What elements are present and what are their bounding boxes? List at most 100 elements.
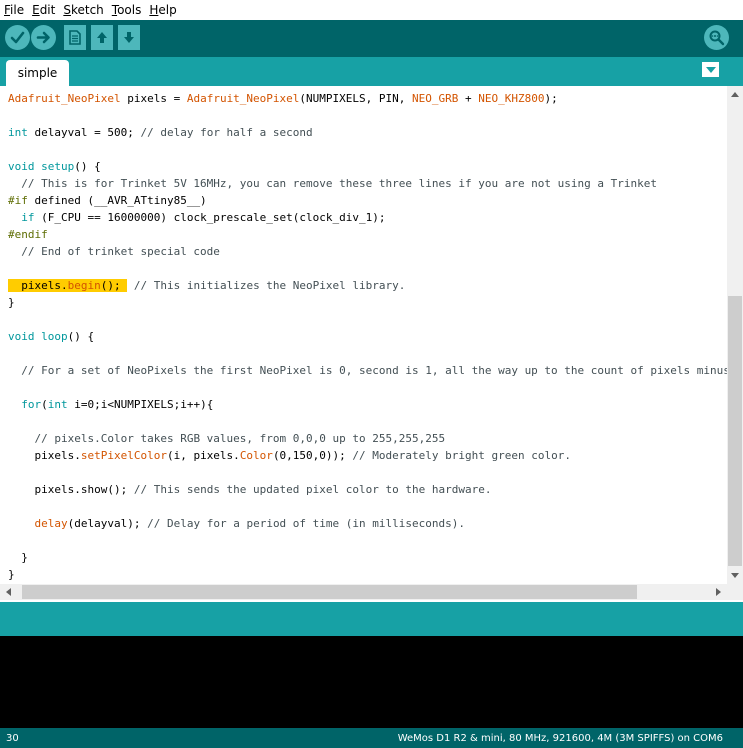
code-token: #endif <box>8 228 48 241</box>
menu-edit-mnemonic: E <box>32 3 40 17</box>
console-output[interactable] <box>0 636 743 728</box>
code-line: delay(delayval); // Delay for a period o… <box>8 515 728 532</box>
code-line: pixels.begin(); // This initializes the … <box>8 277 728 294</box>
arrow-up-icon <box>731 92 739 97</box>
menu-help[interactable]: Help <box>145 0 180 20</box>
chevron-down-icon <box>705 66 716 73</box>
menu-sketch-label: ketch <box>70 3 104 17</box>
code-token: void <box>8 160 35 173</box>
code-line: } <box>8 549 728 566</box>
code-token: // Delay for a period of time (in millis… <box>147 517 465 530</box>
code-token: Color <box>239 449 273 462</box>
code-line: for(int i=0;i<NUMPIXELS;i++){ <box>8 396 728 413</box>
scroll-down-button[interactable] <box>727 567 743 584</box>
code-line: void loop() { <box>8 328 728 345</box>
code-token: pixels.show(); <box>8 483 134 496</box>
code-token: // pixels.Color takes RGB values, from 0… <box>34 432 446 445</box>
code-line: // This is for Trinket 5V 16MHz, you can… <box>8 175 728 192</box>
code-line: } <box>8 294 728 311</box>
save-button[interactable] <box>118 25 140 50</box>
code-token: Adafruit_NeoPixel <box>186 92 300 105</box>
code-token: (0,150,0)); <box>272 449 353 462</box>
code-token: // This initializes the NeoPixel library… <box>133 279 406 292</box>
code-token: (i, pixels. <box>166 449 240 462</box>
horizontal-scrollbar[interactable] <box>0 584 727 600</box>
code-token: NEO_GRB <box>412 92 459 105</box>
verify-icon <box>10 31 25 44</box>
scroll-up-button[interactable] <box>727 86 743 103</box>
code-token: + <box>458 92 479 105</box>
upload-icon <box>36 31 50 44</box>
code-token: #if <box>8 194 28 207</box>
code-line: } <box>8 566 728 583</box>
menu-sketch[interactable]: Sketch <box>59 0 107 20</box>
code-token: } <box>8 551 28 564</box>
menu-file-label: ile <box>10 3 25 17</box>
code-token: for <box>21 398 42 411</box>
tab-bar: simple <box>0 57 743 86</box>
open-icon <box>97 32 107 43</box>
code-token: } <box>8 296 15 309</box>
code-editor[interactable]: Adafruit_NeoPixel pixels = Adafruit_NeoP… <box>0 86 743 602</box>
code-token: (NUMPIXELS, PIN, <box>299 92 413 105</box>
scroll-right-button[interactable] <box>710 584 727 600</box>
vertical-scroll-thumb[interactable] <box>728 296 742 566</box>
code-token: // This is for Trinket 5V 16MHz, you can… <box>21 177 658 190</box>
code-token: pixels. <box>8 449 81 462</box>
code-token: if <box>21 211 35 224</box>
code-token: Adafruit_NeoPixel <box>8 92 121 105</box>
code-token: (F_CPU == 16000000) clock_prescale_set(c… <box>34 211 386 224</box>
horizontal-scroll-thumb[interactable] <box>22 585 637 599</box>
code-token: } <box>8 568 15 581</box>
scroll-corner <box>727 584 743 600</box>
code-token: ( <box>41 398 48 411</box>
tab-simple[interactable]: simple <box>6 60 69 86</box>
code-line: // End of trinket special code <box>8 243 728 260</box>
board-info: WeMos D1 R2 & mini, 80 MHz, 921600, 4M (… <box>397 732 723 744</box>
scroll-left-button[interactable] <box>0 584 17 600</box>
code-text[interactable]: Adafruit_NeoPixel pixels = Adafruit_NeoP… <box>8 90 728 586</box>
tab-menu-button[interactable] <box>702 62 719 77</box>
menu-help-label: elp <box>158 3 177 17</box>
save-icon <box>124 32 134 43</box>
code-line: pixels.show(); // This sends the updated… <box>8 481 728 498</box>
status-bar: 30 WeMos D1 R2 & mini, 80 MHz, 921600, 4… <box>0 728 743 748</box>
code-token: ); <box>544 92 558 105</box>
serial-monitor-button[interactable] <box>704 25 729 50</box>
arrow-left-icon <box>6 588 11 596</box>
code-line: pixels.setPixelColor(i, pixels.Color(0,1… <box>8 447 728 464</box>
code-token: // End of trinket special code <box>21 245 220 258</box>
new-button[interactable] <box>64 25 86 50</box>
open-button[interactable] <box>91 25 113 50</box>
menu-tools[interactable]: Tools <box>108 0 146 20</box>
menu-tools-label: ools <box>117 3 142 17</box>
code-line: Adafruit_NeoPixel pixels = Adafruit_NeoP… <box>8 90 728 107</box>
serial-monitor-icon <box>709 30 725 46</box>
code-line: #if defined (__AVR_ATtiny85__) <box>8 192 728 209</box>
menu-edit[interactable]: Edit <box>28 0 59 20</box>
upload-button[interactable] <box>31 25 56 50</box>
code-token: void <box>8 330 35 343</box>
code-line: // For a set of NeoPixels the first NeoP… <box>8 362 728 379</box>
code-token: // This sends the updated pixel color to… <box>133 483 492 496</box>
vertical-scrollbar[interactable] <box>727 86 743 584</box>
message-area <box>0 602 743 636</box>
code-token: // Moderately bright green color. <box>352 449 571 462</box>
code-line: void setup() { <box>8 158 728 175</box>
code-line: if (F_CPU == 16000000) clock_prescale_se… <box>8 209 728 226</box>
menu-file[interactable]: File <box>0 0 28 20</box>
verify-button[interactable] <box>5 25 30 50</box>
code-line: int delayval = 500; // delay for half a … <box>8 124 728 141</box>
code-token: () { <box>67 330 95 343</box>
toolbar <box>0 20 743 57</box>
